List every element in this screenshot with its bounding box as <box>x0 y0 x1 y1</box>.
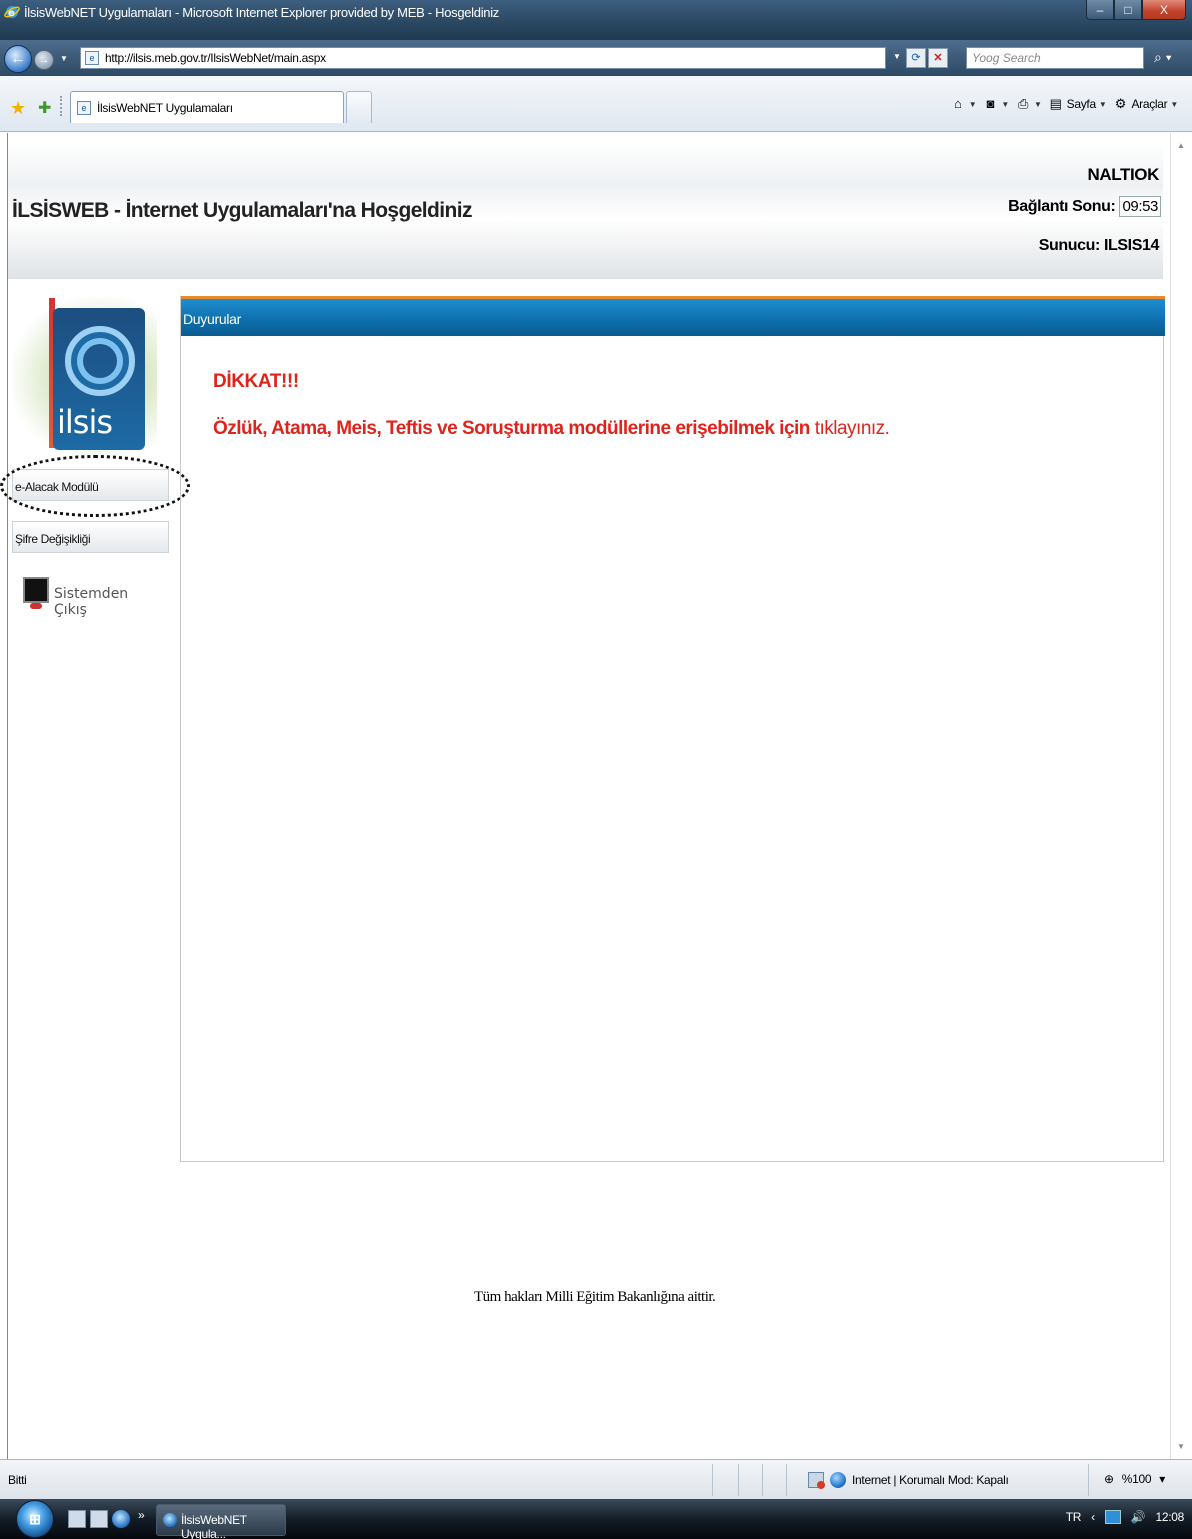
site-header: İLSİSWEB - İnternet Uygulamaları'na Hoşg… <box>8 145 1163 279</box>
page-menu-icon: ▤ <box>1049 96 1062 111</box>
svg-text:e: e <box>8 8 15 19</box>
monitor-icon <box>23 577 49 603</box>
volume-icon[interactable]: 🔊 <box>1131 1510 1146 1524</box>
zoom-icon: ⊕ <box>1104 1472 1114 1486</box>
command-bar: ⌂ ▼ ◙ ▼ ⎙ ▼ ▤ Sayfa ▼ ⚙ Araçlar ▼ <box>950 96 1178 112</box>
print-button[interactable]: ⎙ ▼ <box>1015 96 1042 112</box>
tools-menu-button[interactable]: ⚙ Araçlar ▼ <box>1112 96 1179 112</box>
taskbar-window-button[interactable]: İlsisWebNET Uygula... <box>156 1504 286 1539</box>
stop-icon[interactable]: ✕ <box>928 48 948 68</box>
zone-label: Internet | Korumalı Mod: Kapalı <box>852 1473 1009 1487</box>
show-desktop-icon[interactable] <box>68 1510 86 1528</box>
username-label: NALTIOK <box>1087 165 1160 184</box>
forward-button[interactable]: → <box>34 50 54 70</box>
rss-icon: ◙ <box>986 96 995 111</box>
tab-label: İlsisWebNET Uygulamaları <box>97 101 233 115</box>
taskbar-window-label: İlsisWebNET Uygula... <box>181 1513 247 1539</box>
clock[interactable]: 12:08 <box>1155 1510 1184 1524</box>
connection-info: Bağlantı Sonu: 09:53 <box>1008 196 1161 217</box>
close-button[interactable]: X <box>1142 0 1186 20</box>
page-menu-label: Sayfa <box>1066 97 1096 111</box>
globe-icon <box>830 1472 846 1488</box>
window-controls: – □ X <box>1086 0 1186 22</box>
connection-time: 09:53 <box>1119 196 1161 217</box>
protected-mode-icon <box>808 1472 825 1489</box>
click-here-link[interactable]: tıklayınız. <box>815 418 890 439</box>
search-input[interactable]: Yoog Search <box>966 47 1144 69</box>
tools-menu-label: Araçlar <box>1131 97 1168 111</box>
internet-explorer-icon <box>163 1513 177 1527</box>
copyright-text: Tüm hakları Milli Eğitim Bakanlığına ait… <box>474 1289 716 1305</box>
zoom-level: %100 <box>1121 1472 1152 1486</box>
vertical-scrollbar[interactable]: ▲ ▼ <box>1170 133 1192 1459</box>
window-title: İlsisWebNET Uygulamaları - Microsoft Int… <box>24 5 500 20</box>
feeds-button[interactable]: ◙ ▼ <box>982 96 1010 112</box>
scroll-down-icon[interactable]: ▼ <box>1177 1442 1185 1451</box>
page-icon: e <box>77 101 91 115</box>
window-title-bar[interactable]: e İlsisWebNET Uygulamaları - Microsoft I… <box>0 0 1192 40</box>
back-button[interactable]: ← <box>4 45 32 73</box>
page-content: İLSİSWEB - İnternet Uygulamaları'na Hoşg… <box>0 133 1169 1459</box>
history-dropdown-icon[interactable]: ▼ <box>60 54 68 63</box>
status-text: Bitti <box>8 1473 27 1487</box>
logo-text: ilsis <box>57 403 113 441</box>
refresh-icon[interactable]: ⟳ <box>906 48 926 68</box>
sidebar-item-password-change[interactable]: Şifre Değişikliği <box>12 521 169 553</box>
address-bar[interactable]: e http://ilsis.meb.gov.tr/IlsisWebNet/ma… <box>80 47 886 69</box>
warning-heading: DİKKAT!!! <box>213 371 299 392</box>
internet-explorer-quicklaunch-icon[interactable] <box>112 1510 130 1528</box>
exit-icon <box>30 603 42 609</box>
minimize-button[interactable]: – <box>1086 0 1114 20</box>
announcements-title: Duyurular <box>183 311 241 327</box>
security-zone[interactable]: Internet | Korumalı Mod: Kapalı <box>808 1472 1009 1489</box>
language-indicator[interactable]: TR <box>1066 1510 1082 1524</box>
add-favorite-icon[interactable]: ✚ <box>38 98 51 118</box>
status-bar: Bitti Internet | Korumalı Mod: Kapalı ⊕ … <box>0 1459 1192 1499</box>
tab-grip <box>60 96 66 116</box>
home-button[interactable]: ⌂ ▼ <box>950 96 977 112</box>
gear-icon: ⚙ <box>1114 96 1127 111</box>
announcements-header: Duyurular <box>181 296 1165 336</box>
maximize-button[interactable]: □ <box>1114 0 1142 20</box>
page-icon: e <box>85 51 99 65</box>
connection-label: Bağlantı Sonu: <box>1008 197 1116 215</box>
announcements-panel: Duyurular DİKKAT!!! Özlük, Atama, Meis, … <box>180 296 1165 1162</box>
server-label: Sunucu: ILSIS14 <box>1038 237 1160 254</box>
address-tools: ▼ ⟳ ✕ <box>890 47 948 69</box>
taskbar: ⊞ » İlsisWebNET Uygula... TR ‹ 🔊 12:08 <box>0 1499 1192 1539</box>
dotted-highlight-annotation <box>0 455 190 517</box>
logout-button[interactable]: Sistemden Çıkış <box>20 571 150 625</box>
warning-message-text: Özlük, Atama, Meis, Teftis ve Soruşturma… <box>213 418 815 439</box>
system-tray: TR ‹ 🔊 12:08 <box>1066 1510 1184 1524</box>
tab-bar: ★ ✚ e İlsisWebNET Uygulamaları ⌂ ▼ ◙ ▼ ⎙ ▼ … <box>0 76 1192 132</box>
home-icon: ⌂ <box>953 96 962 111</box>
page-menu-button[interactable]: ▤ Sayfa ▼ <box>1048 96 1107 112</box>
zoom-control[interactable]: ⊕ %100 ▾ <box>1104 1472 1165 1486</box>
logout-label: Sistemden Çıkış <box>54 586 129 618</box>
printer-icon: ⎙ <box>1017 96 1029 111</box>
scroll-up-icon[interactable]: ▲ <box>1177 141 1185 150</box>
switch-windows-icon[interactable] <box>90 1510 108 1528</box>
zoom-dropdown-icon: ▾ <box>1159 1472 1165 1486</box>
tab-ilsis[interactable]: e İlsisWebNET Uygulamaları <box>70 91 344 123</box>
address-dropdown-icon[interactable]: ▼ <box>890 48 904 68</box>
start-button[interactable]: ⊞ <box>16 1500 54 1538</box>
warning-message: Özlük, Atama, Meis, Teftis ve Soruşturma… <box>213 418 890 440</box>
search-icon[interactable]: ⌕ ▾ <box>1148 47 1186 69</box>
url-text[interactable]: http://ilsis.meb.gov.tr/IlsisWebNet/main… <box>105 51 326 65</box>
quicklaunch-more-icon[interactable]: » <box>138 1508 145 1522</box>
favorites-star-icon[interactable]: ★ <box>10 98 26 119</box>
internet-explorer-icon: e <box>4 6 20 19</box>
page-title: İLSİSWEB - İnternet Uygulamaları'na Hoşg… <box>12 199 472 222</box>
ilsis-logo: ilsis <box>13 298 157 458</box>
new-tab-button[interactable] <box>346 91 372 123</box>
network-icon[interactable] <box>1104 1510 1121 1524</box>
tray-expand-icon[interactable]: ‹ <box>1091 1510 1095 1524</box>
